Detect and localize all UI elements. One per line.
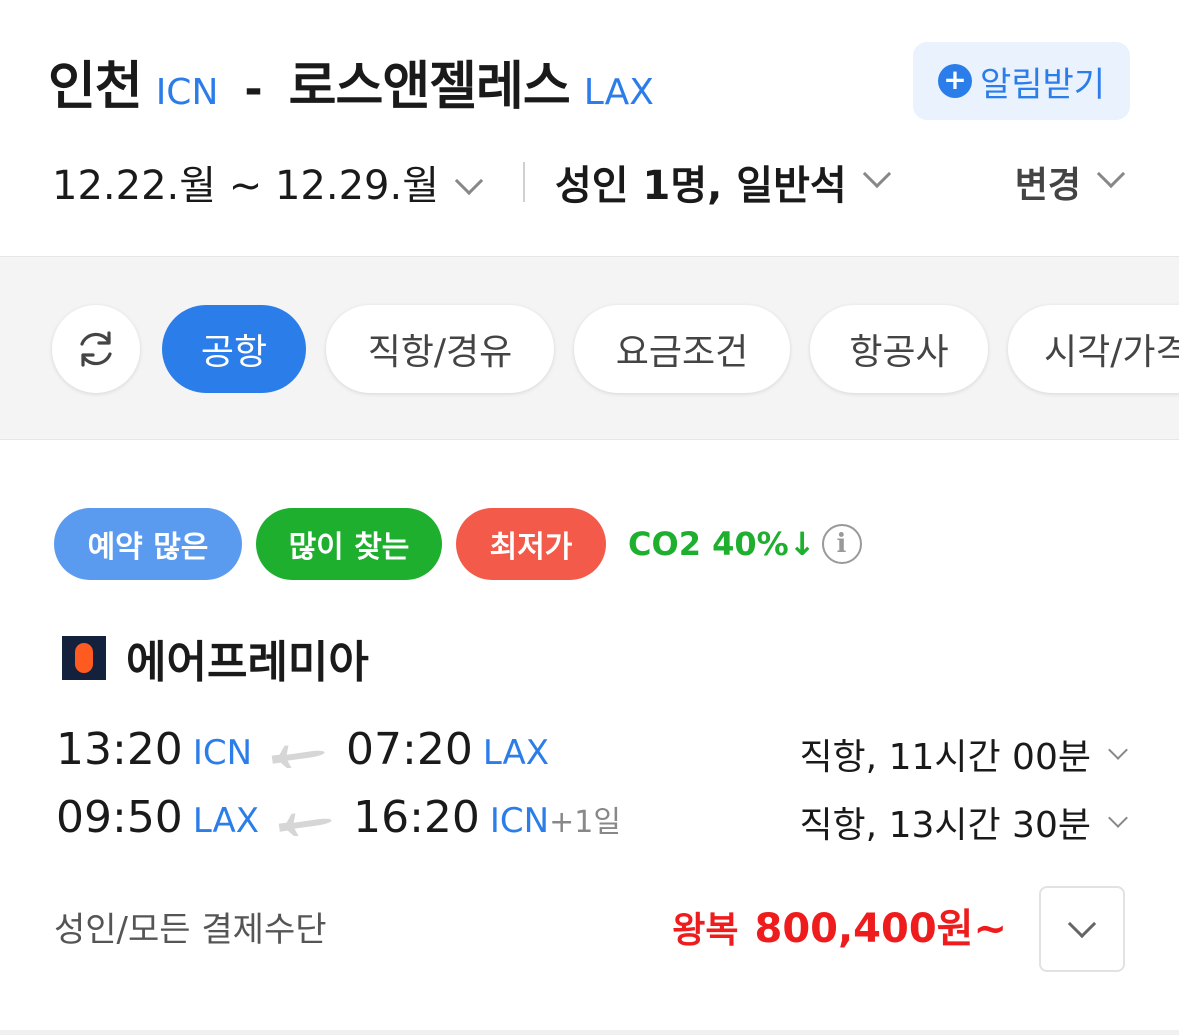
filter-fare-conditions[interactable]: 요금조건: [574, 305, 790, 393]
dest-code: LAX: [583, 72, 654, 113]
departure-time: 09:50: [56, 792, 183, 843]
filter-time-price[interactable]: 시각/가격: [1008, 305, 1179, 393]
return-leg: 09:50 LAX 16:20 ICN +1일: [56, 792, 621, 852]
badge-frequently-searched: 많이 찾는: [256, 508, 442, 580]
filter-airline[interactable]: 항공사: [810, 305, 988, 393]
chevron-down-icon: [1108, 808, 1128, 828]
change-label: 변경: [1014, 165, 1081, 206]
outbound-duration: 직항, 11시간 00분: [799, 737, 1091, 778]
arrival-time: 16:20: [353, 792, 480, 843]
chevron-down-icon: [454, 166, 484, 196]
badge-row: 예약 많은 많이 찾는 최저가 CO2 40%↓ i: [54, 508, 862, 580]
date-range-text: 12.22.월 ~ 12.29.월: [52, 163, 439, 209]
alarm-label: 알림받기: [979, 64, 1106, 105]
airline-name: 에어프레미아: [126, 637, 369, 688]
departure-time: 13:20: [56, 724, 183, 775]
arrival-code: ICN: [489, 801, 550, 841]
arrival-time: 07:20: [346, 724, 473, 775]
expand-button[interactable]: [1039, 886, 1125, 972]
co2-label: CO2 40%↓: [628, 525, 816, 563]
departure-code: LAX: [192, 801, 260, 841]
departure-code: ICN: [192, 733, 253, 773]
filter-airport[interactable]: 공항: [162, 305, 306, 393]
dest-city: 로스앤젤레스: [288, 57, 571, 117]
plane-icon: [278, 813, 332, 836]
filter-direct-transfer[interactable]: 직항/경유: [326, 305, 554, 393]
alarm-button[interactable]: + 알림받기: [913, 42, 1130, 120]
badge-lowest-price: 최저가: [456, 508, 606, 580]
passenger-selector[interactable]: 성인 1명, 일반석: [555, 153, 891, 211]
origin-city: 인천: [48, 57, 143, 117]
badge-popular-booking: 예약 많은: [54, 508, 242, 580]
origin-code: ICN: [155, 72, 219, 113]
return-info[interactable]: 직항, 13시간 30분: [799, 792, 1128, 852]
refresh-icon: [80, 331, 112, 367]
chevron-down-icon: [1096, 159, 1126, 189]
route-separator: -: [244, 64, 263, 115]
divider: [523, 162, 525, 202]
airline-row: 에어프레미아: [62, 628, 369, 688]
outbound-info[interactable]: 직항, 11시간 00분: [799, 724, 1128, 784]
airline-logo: [62, 636, 106, 680]
refresh-button[interactable]: [52, 305, 140, 393]
chevron-down-icon: [862, 159, 891, 189]
divider: [0, 1030, 1179, 1035]
price-amount: 800,400원~: [754, 906, 1007, 952]
arrival-code: LAX: [482, 733, 550, 773]
filter-bar: 공항 직항/경유 요금조건 항공사 시각/가격: [0, 256, 1179, 440]
info-icon[interactable]: i: [821, 524, 862, 564]
change-button[interactable]: 변경: [1014, 156, 1126, 208]
chevron-down-icon: [1067, 909, 1097, 939]
route-title: 인천 ICN - 로스앤젤레스 LAX: [48, 44, 654, 124]
payment-label: 성인/모든 결제수단: [54, 910, 327, 950]
price-type-label: 왕복: [672, 910, 739, 951]
return-duration: 직항, 13시간 30분: [799, 805, 1091, 846]
passenger-text: 성인 1명, 일반석: [555, 163, 847, 209]
outbound-leg: 13:20 ICN 07:20 LAX: [56, 724, 549, 784]
price: 왕복 800,400원~: [672, 896, 1007, 964]
search-summary: 12.22.월 ~ 12.29.월 성인 1명, 일반석 변경: [48, 150, 1131, 214]
chevron-down-icon: [1108, 740, 1128, 760]
plus-day-label: +1일: [549, 805, 621, 840]
plane-icon: [271, 745, 325, 768]
plus-circle-icon: +: [937, 64, 972, 98]
date-range-selector[interactable]: 12.22.월 ~ 12.29.월: [48, 153, 484, 211]
